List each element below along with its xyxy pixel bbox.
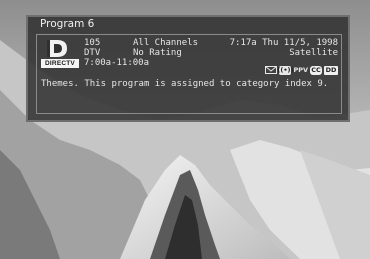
program-rating: No Rating: [133, 48, 182, 58]
current-datetime: 7:17a Thu 11/5, 1998: [229, 38, 338, 48]
network-name: DTV: [84, 48, 101, 58]
channel-list: All Channels: [133, 38, 199, 48]
signal-source: Satellite: [289, 48, 338, 58]
signal-icon: ((•)): [277, 65, 294, 75]
mail-icon: [265, 66, 278, 74]
dolby-icon: DD: [324, 65, 338, 75]
tv-screen: Program 6 DIRECTV 105 DTV 7:00a-11:00a A…: [0, 0, 370, 259]
program-attribute-icons: ((•)) PPV CC DD: [265, 65, 338, 75]
panel-title: Program 6: [40, 18, 95, 30]
directv-logo-text: DIRECTV: [41, 59, 79, 68]
directv-d-icon: [47, 40, 67, 57]
program-description: Themes. This program is assigned to cate…: [41, 79, 329, 89]
program-info-panel: Program 6 DIRECTV 105 DTV 7:00a-11:00a A…: [26, 15, 350, 122]
program-time-range: 7:00a-11:00a: [84, 58, 150, 68]
directv-logo: DIRECTV: [41, 39, 79, 69]
ppv-icon: PPV: [293, 66, 308, 74]
closed-caption-icon: CC: [310, 65, 322, 75]
program-details-box: DIRECTV 105 DTV 7:00a-11:00a All Channel…: [36, 34, 342, 114]
channel-number: 105: [84, 38, 101, 48]
